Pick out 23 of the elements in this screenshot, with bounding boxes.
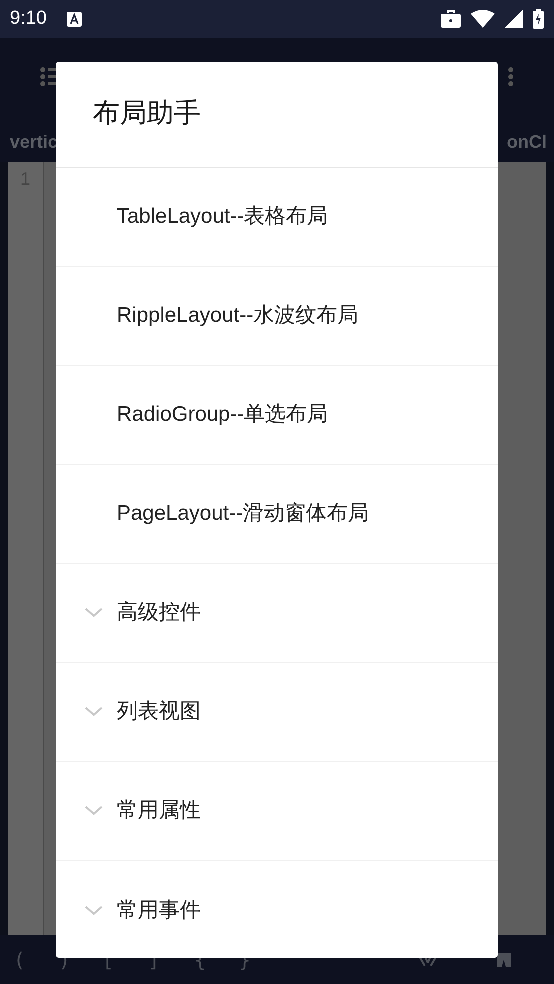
dialog-title: 布局助手 xyxy=(93,97,201,132)
category-row[interactable]: 常用属性 xyxy=(56,762,498,861)
category-label: 常用属性 xyxy=(117,798,201,824)
more-icon[interactable] xyxy=(508,66,514,88)
battery-charging-icon xyxy=(533,9,544,29)
layout-label: TableLayout--表格布局 xyxy=(117,204,328,230)
briefcase-icon xyxy=(441,10,461,28)
layout-item[interactable]: PageLayout--滑动窗体布局 xyxy=(56,465,498,564)
layout-label: RippleLayout--水波纹布局 xyxy=(117,303,359,330)
wifi-icon xyxy=(471,10,495,28)
layout-item[interactable]: RippleLayout--水波纹布局 xyxy=(56,267,498,366)
category-label: 列表视图 xyxy=(117,699,201,726)
category-row[interactable]: 列表视图 xyxy=(56,663,498,762)
category-row[interactable]: 高级控件 xyxy=(56,564,498,663)
layout-label: RadioGroup--单选布局 xyxy=(117,402,328,428)
status-time: 9:10 xyxy=(10,6,47,31)
layout-item[interactable]: TableLayout--表格布局 xyxy=(56,168,498,267)
category-label: 常用事件 xyxy=(117,898,201,924)
signal-icon xyxy=(505,10,523,28)
keyboard-notification-icon xyxy=(66,12,82,26)
layout-label: PageLayout--滑动窗体布局 xyxy=(117,501,370,528)
layout-item[interactable]: RadioGroup--单选布局 xyxy=(56,366,498,465)
category-label: 高级控件 xyxy=(117,600,201,626)
